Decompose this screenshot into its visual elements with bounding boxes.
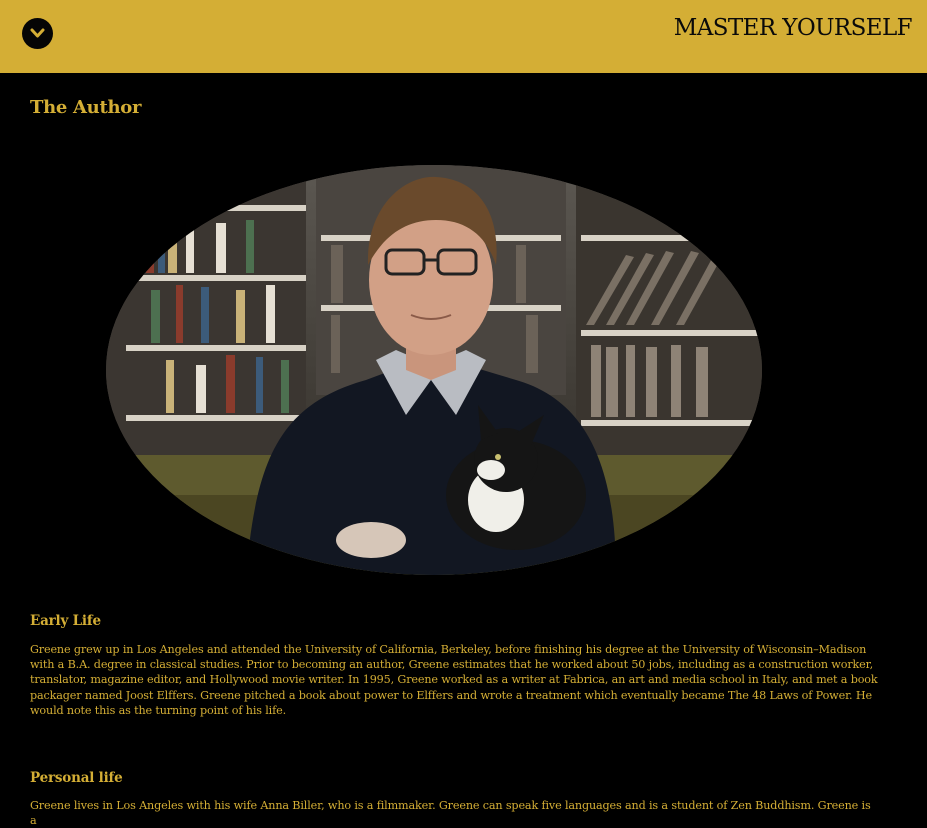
bookshelf-left [106, 165, 306, 465]
section-body-personal-life: Greene lives in Los Angeles with his wif… [30, 799, 871, 828]
section-body-early-life: Greene grew up in Los Angeles and attend… [30, 643, 878, 717]
menu-toggle-button[interactable] [22, 18, 53, 49]
section-heading-early-life: Early Life [30, 613, 101, 629]
author-portrait [106, 165, 762, 575]
section-heading-personal-life: Personal life [30, 770, 123, 786]
site-brand[interactable]: MASTER YOURSELF [674, 15, 913, 41]
bookshelf-right [576, 185, 762, 485]
top-bar: MASTER YOURSELF [0, 0, 927, 73]
chevron-down-icon [30, 28, 45, 38]
page-title: The Author [30, 97, 142, 118]
